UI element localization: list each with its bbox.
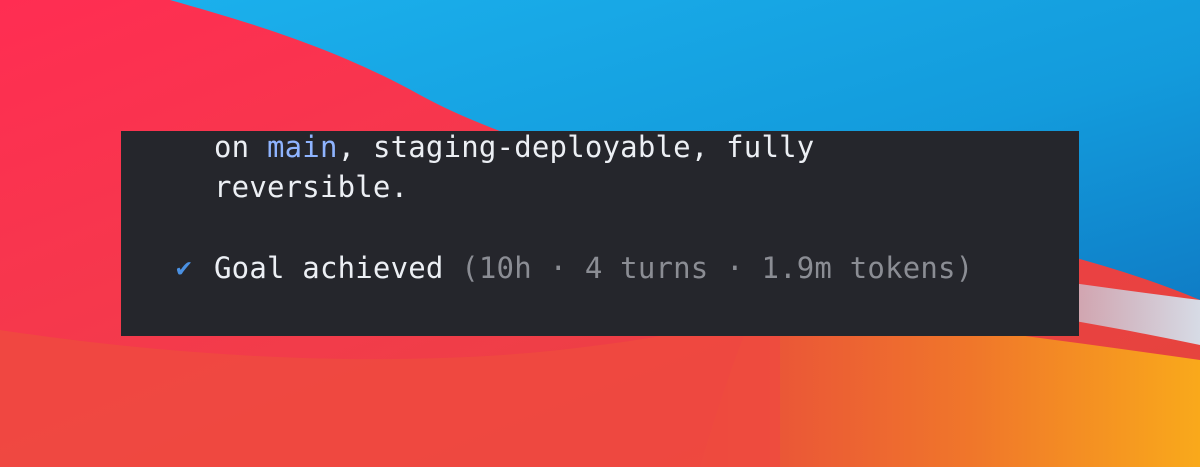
output-line: reversible. — [214, 170, 409, 204]
goal-status-line: Goal achieved (10h · 4 turns · 1.9m toke… — [214, 250, 973, 286]
branch-name: main — [266, 130, 338, 164]
output-text: on — [214, 130, 267, 164]
terminal-panel: on main, staging-deployable, fully rever… — [121, 129, 1079, 336]
goal-status-text: Goal achieved — [214, 251, 444, 285]
output-line: on main, staging-deployable, fully — [214, 129, 814, 165]
goal-stats: (10h · 4 turns · 1.9m tokens) — [443, 251, 974, 285]
output-text: , staging-deployable, fully — [337, 130, 815, 164]
check-icon: ✔ — [176, 253, 192, 283]
